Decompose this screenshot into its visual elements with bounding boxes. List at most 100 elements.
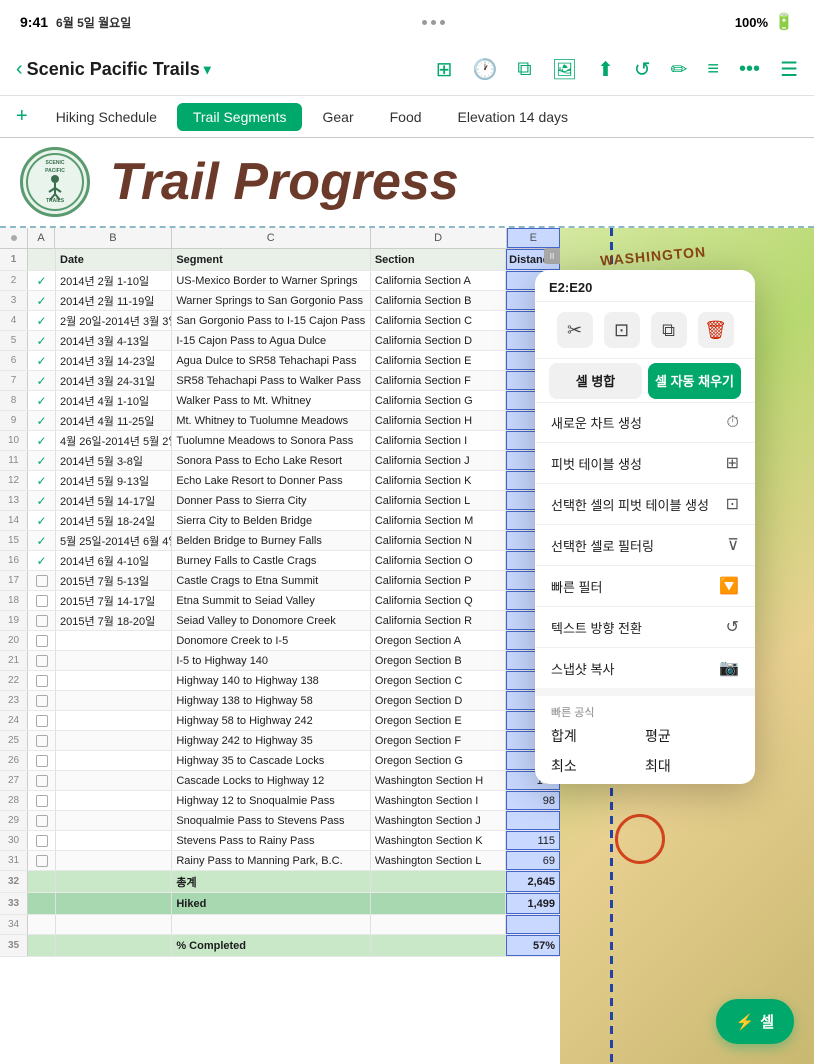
cell-5b[interactable]: 2014년 3월 4-13일 (56, 331, 172, 350)
cell-14c[interactable]: Sierra City to Belden Bridge (172, 511, 371, 530)
cell-34b[interactable] (56, 915, 172, 934)
cell-34a[interactable] (28, 915, 56, 934)
cell-3b[interactable]: 2014년 2월 11-19일 (56, 291, 172, 310)
cell-19a[interactable] (28, 611, 56, 630)
context-menu-item[interactable]: 선택한 셀의 피벗 테이블 생성 ⊡ (535, 484, 755, 525)
cell-6d[interactable]: California Section E (371, 351, 507, 370)
cell-30e[interactable]: 115 (506, 831, 560, 850)
cell-32c[interactable]: 총계 (172, 871, 371, 892)
cell-1c[interactable]: Segment (172, 249, 371, 270)
cell-22c[interactable]: Highway 140 to Highway 138 (172, 671, 371, 690)
cell-16c[interactable]: Burney Falls to Castle Crags (172, 551, 371, 570)
copy-style-button[interactable]: ⧉ (651, 312, 687, 348)
cell-8c[interactable]: Walker Pass to Mt. Whitney (172, 391, 371, 410)
cell-32d[interactable] (371, 871, 507, 892)
cell-6c[interactable]: Agua Dulce to SR58 Tehachapi Pass (172, 351, 371, 370)
cell-34c[interactable] (172, 915, 371, 934)
cell-26b[interactable] (56, 751, 172, 770)
cell-35c[interactable]: % Completed (172, 935, 371, 956)
tab-elevation[interactable]: Elevation 14 days (442, 103, 585, 131)
cell-3a[interactable]: ✓ (28, 291, 56, 310)
cell-7c[interactable]: SR58 Tehachapi Pass to Walker Pass (172, 371, 371, 390)
share-icon[interactable]: ⬆ (597, 57, 614, 82)
tab-food[interactable]: Food (374, 103, 438, 131)
cell-9c[interactable]: Mt. Whitney to Tuolumne Meadows (172, 411, 371, 430)
cell-31b[interactable] (56, 851, 172, 870)
context-menu-item[interactable]: 스냅샷 복사 📷 (535, 648, 755, 688)
col-header-b[interactable]: B (55, 228, 171, 248)
cell-29e[interactable] (506, 811, 560, 830)
cell-34d[interactable] (371, 915, 507, 934)
cell-15c[interactable]: Belden Bridge to Burney Falls (172, 531, 371, 550)
cell-23b[interactable] (56, 691, 172, 710)
cell-16b[interactable]: 2014년 6월 4-10일 (56, 551, 172, 570)
col-header-d[interactable]: D (371, 228, 507, 248)
pencil-icon[interactable]: ✏ (671, 57, 688, 82)
cell-9b[interactable]: 2014년 4월 11-25일 (56, 411, 172, 430)
more-icon[interactable]: ••• (739, 58, 760, 81)
cell-18b[interactable]: 2015년 7월 14-17일 (56, 591, 172, 610)
cell-29d[interactable]: Washington Section J (371, 811, 507, 830)
cell-33c[interactable]: Hiked (172, 893, 371, 914)
cell-5a[interactable]: ✓ (28, 331, 56, 350)
cell-3d[interactable]: California Section B (371, 291, 507, 310)
formula-min[interactable]: 최소 (551, 756, 645, 776)
cell-23c[interactable]: Highway 138 to Highway 58 (172, 691, 371, 710)
cell-15b[interactable]: 5월 25일-2014년 6월 4일 (56, 531, 172, 550)
cell-22b[interactable] (56, 671, 172, 690)
cell-21b[interactable] (56, 651, 172, 670)
menu-icon[interactable]: ≡ (707, 58, 719, 81)
cell-1a[interactable] (28, 249, 56, 270)
cell-5c[interactable]: I-15 Cajon Pass to Agua Dulce (172, 331, 371, 350)
grid-icon[interactable]: ⊞ (436, 57, 453, 82)
cell-28c[interactable]: Highway 12 to Snoqualmie Pass (172, 791, 371, 810)
cell-21d[interactable]: Oregon Section B (371, 651, 507, 670)
cell-2d[interactable]: California Section A (371, 271, 507, 290)
cell-13b[interactable]: 2014년 5월 14-17일 (56, 491, 172, 510)
cell-2b[interactable]: 2014년 2월 1-10일 (56, 271, 172, 290)
cell-28a[interactable] (28, 791, 56, 810)
cell-11b[interactable]: 2014년 5월 3-8일 (56, 451, 172, 470)
cell-31d[interactable]: Washington Section L (371, 851, 507, 870)
cell-4a[interactable]: ✓ (28, 311, 56, 330)
cell-29a[interactable] (28, 811, 56, 830)
cell-17d[interactable]: California Section P (371, 571, 507, 590)
copy-icon[interactable]: ⧉ (517, 58, 531, 81)
cell-19c[interactable]: Seiad Valley to Donomore Creek (172, 611, 371, 630)
cell-13d[interactable]: California Section L (371, 491, 507, 510)
cell-19b[interactable]: 2015년 7월 18-20일 (56, 611, 172, 630)
cell-17c[interactable]: Castle Crags to Etna Summit (172, 571, 371, 590)
col-header-e[interactable]: E (507, 228, 560, 248)
add-tab-button[interactable]: + (8, 105, 36, 128)
cell-20d[interactable]: Oregon Section A (371, 631, 507, 650)
cell-17b[interactable]: 2015년 7월 5-13일 (56, 571, 172, 590)
cell-25a[interactable] (28, 731, 56, 750)
cell-27d[interactable]: Washington Section H (371, 771, 507, 790)
formula-max[interactable]: 최대 (645, 756, 739, 776)
cell-25c[interactable]: Highway 242 to Highway 35 (172, 731, 371, 750)
col-header-c[interactable]: C (172, 228, 371, 248)
cell-32b[interactable] (56, 871, 172, 892)
cell-29b[interactable] (56, 811, 172, 830)
cell-27b[interactable] (56, 771, 172, 790)
cell-30b[interactable] (56, 831, 172, 850)
cell-29c[interactable]: Snoqualmie Pass to Stevens Pass (172, 811, 371, 830)
cell-17a[interactable] (28, 571, 56, 590)
merge-cells-button[interactable]: 셀 병합 (549, 363, 642, 399)
cell-18d[interactable]: California Section Q (371, 591, 507, 610)
cell-4c[interactable]: San Gorgonio Pass to I-15 Cajon Pass (172, 311, 371, 330)
cell-24c[interactable]: Highway 58 to Highway 242 (172, 711, 371, 730)
cell-21a[interactable] (28, 651, 56, 670)
cell-14b[interactable]: 2014년 5월 18-24일 (56, 511, 172, 530)
cell-22d[interactable]: Oregon Section C (371, 671, 507, 690)
reload-icon[interactable]: ↺ (634, 57, 651, 82)
cell-10d[interactable]: California Section I (371, 431, 507, 450)
auto-fill-button[interactable]: 셀 자동 채우기 (648, 363, 741, 399)
context-menu-item[interactable]: 선택한 셀로 필터링 ⊽ (535, 525, 755, 566)
cell-19d[interactable]: California Section R (371, 611, 507, 630)
cell-33d[interactable] (371, 893, 507, 914)
tab-trail-segments[interactable]: Trail Segments (177, 103, 303, 131)
cell-8b[interactable]: 2014년 4월 1-10일 (56, 391, 172, 410)
cell-27a[interactable] (28, 771, 56, 790)
context-menu-item[interactable]: 새로운 차트 생성 ⏱ (535, 403, 755, 443)
